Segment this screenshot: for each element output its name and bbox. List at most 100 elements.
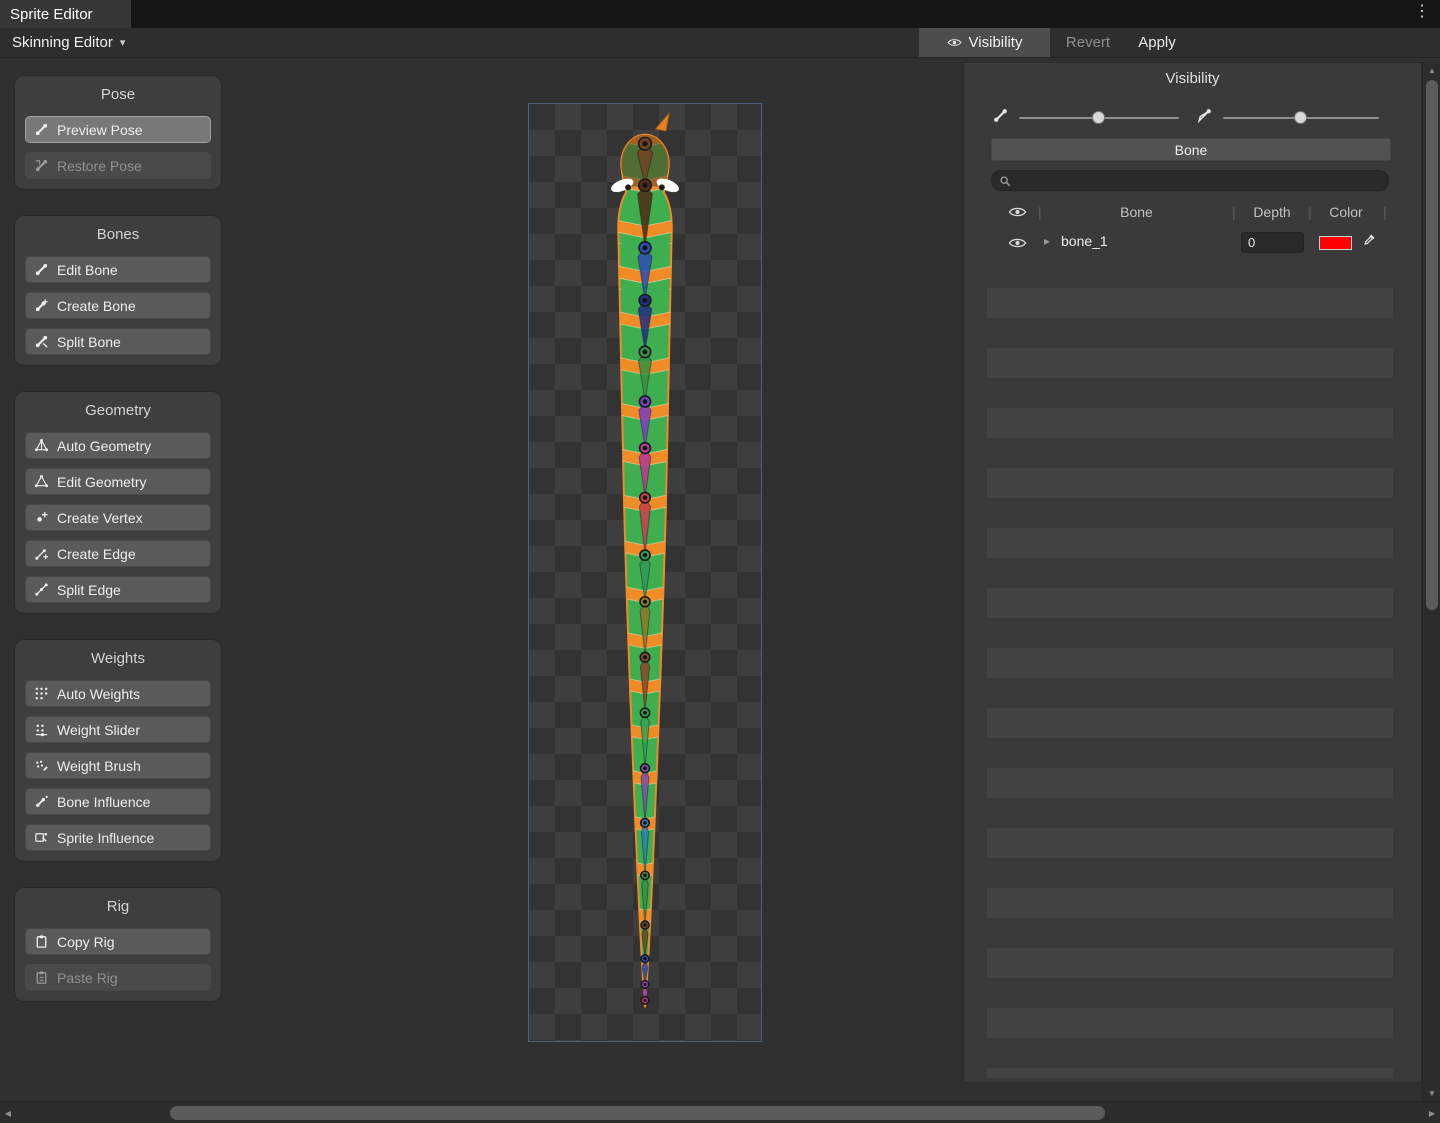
create-vertex-icon <box>34 510 49 525</box>
rig-section-title: Rig <box>25 898 211 916</box>
column-separator: | <box>1308 204 1312 220</box>
bone-opacity-icon <box>1196 107 1213 124</box>
sprite-influence-label: Sprite Influence <box>57 830 154 846</box>
sprite-editor-tab[interactable]: Sprite Editor <box>0 0 131 28</box>
column-separator: | <box>1038 204 1042 220</box>
disclosure-triangle-icon[interactable]: ▸ <box>1044 234 1050 248</box>
split-edge-button[interactable]: Split Edge <box>25 576 211 603</box>
bone-name[interactable]: bone_1 <box>1061 233 1108 249</box>
snake-tongue <box>656 114 669 131</box>
mode-label: Skinning Editor <box>12 34 113 51</box>
search-icon <box>999 175 1011 187</box>
copy-rig-button[interactable]: Copy Rig <box>25 928 211 955</box>
revert-button[interactable]: Revert <box>1052 28 1124 57</box>
scroll-down-arrow[interactable]: ▼ <box>1423 1085 1440 1101</box>
eye-icon <box>947 35 962 50</box>
weight-slider-button[interactable]: Weight Slider <box>25 716 211 743</box>
horizontal-scroll-thumb[interactable] <box>170 1106 1105 1120</box>
weight-brush-icon <box>34 758 49 773</box>
bone-search-input[interactable] <box>1016 173 1381 188</box>
auto-geometry-label: Auto Geometry <box>57 438 151 454</box>
sprite-influence-icon <box>34 830 49 845</box>
skinning-editor-dropdown[interactable]: Skinning Editor ▾ <box>4 28 133 57</box>
scroll-left-arrow[interactable]: ◀ <box>0 1102 16 1123</box>
paste-rig-button[interactable]: Paste Rig <box>25 964 211 991</box>
sprite-influence-button[interactable]: Sprite Influence <box>25 824 211 851</box>
create-bone-label: Create Bone <box>57 298 136 314</box>
column-header-color[interactable]: Color <box>1316 204 1376 220</box>
mesh-opacity-icon <box>992 107 1009 124</box>
copy-clipboard-icon <box>34 934 49 949</box>
sprite-canvas[interactable] <box>528 103 762 1042</box>
visibility-label: Visibility <box>969 34 1023 51</box>
create-bone-icon <box>34 298 49 313</box>
restore-pose-button[interactable]: Restore Pose <box>25 152 211 179</box>
vertical-scrollbar[interactable]: ▲ ▼ <box>1422 62 1440 1101</box>
column-header-bone[interactable]: Bone <box>1054 204 1219 220</box>
create-bone-button[interactable]: Create Bone <box>25 292 211 319</box>
window-titlebar: Sprite Editor ⋮ <box>0 0 1440 28</box>
auto-geometry-icon <box>34 438 49 453</box>
create-vertex-button[interactable]: Create Vertex <box>25 504 211 531</box>
create-vertex-label: Create Vertex <box>57 510 143 526</box>
pose-section-title: Pose <box>25 86 211 104</box>
auto-weights-icon <box>34 686 49 701</box>
scroll-up-arrow[interactable]: ▲ <box>1423 62 1440 78</box>
weights-section: Weights Auto Weights Weight Slider Weigh… <box>14 639 222 862</box>
empty-bone-list-stripes <box>987 258 1393 1078</box>
snake-sprite <box>529 104 761 1041</box>
edit-bone-button[interactable]: Edit Bone <box>25 256 211 283</box>
bone-color-swatch[interactable] <box>1319 236 1352 250</box>
copy-rig-label: Copy Rig <box>57 934 115 950</box>
weight-brush-button[interactable]: Weight Brush <box>25 752 211 779</box>
split-edge-label: Split Edge <box>57 582 121 598</box>
bones-section: Bones Edit Bone Create Bone Split Bone <box>14 215 222 366</box>
split-bone-icon <box>34 334 49 349</box>
bones-section-title: Bones <box>25 226 211 244</box>
edit-bone-icon <box>34 262 49 277</box>
bone-influence-icon <box>34 794 49 809</box>
preview-pose-label: Preview Pose <box>57 122 143 138</box>
paste-clipboard-icon <box>34 970 49 985</box>
split-edge-icon <box>34 582 49 597</box>
bone-table-header: | Bone | Depth | Color | <box>964 201 1421 227</box>
split-bone-button[interactable]: Split Bone <box>25 328 211 355</box>
geometry-section-title: Geometry <box>25 402 211 420</box>
sprite-editor-window: Sprite Editor ⋮ Skinning Editor ▾ Visibi… <box>0 0 1440 1123</box>
chevron-down-icon: ▾ <box>120 36 126 49</box>
vertical-scroll-thumb[interactable] <box>1426 80 1438 610</box>
bone-tab-button[interactable]: Bone <box>991 138 1391 161</box>
edit-geometry-button[interactable]: Edit Geometry <box>25 468 211 495</box>
bone-influence-label: Bone Influence <box>57 794 150 810</box>
scroll-right-arrow[interactable]: ▶ <box>1424 1102 1440 1123</box>
bone-table-row[interactable]: ▸ bone_1 <box>964 229 1421 257</box>
kebab-menu-icon[interactable]: ⋮ <box>1414 4 1430 20</box>
column-separator: | <box>1232 204 1236 220</box>
pose-bone-icon <box>34 122 49 137</box>
create-edge-button[interactable]: Create Edge <box>25 540 211 567</box>
bone-visibility-slider-knob[interactable] <box>1294 111 1307 124</box>
rig-section: Rig Copy Rig Paste Rig <box>14 887 222 1002</box>
auto-weights-button[interactable]: Auto Weights <box>25 680 211 707</box>
create-edge-label: Create Edge <box>57 546 136 562</box>
row-visibility-eye-icon[interactable] <box>1008 237 1027 249</box>
column-header-depth[interactable]: Depth <box>1242 204 1302 220</box>
geometry-section: Geometry Auto Geometry Edit Geometry Cre… <box>14 391 222 614</box>
depth-input[interactable] <box>1241 232 1304 253</box>
split-bone-label: Split Bone <box>57 334 121 350</box>
visibility-panel: Visibility Bone | Bone | Depth | <box>963 62 1422 1083</box>
weights-section-title: Weights <box>25 650 211 668</box>
auto-geometry-button[interactable]: Auto Geometry <box>25 432 211 459</box>
preview-pose-button[interactable]: Preview Pose <box>25 116 211 143</box>
mesh-visibility-slider-knob[interactable] <box>1092 111 1105 124</box>
tools-panel: Pose Preview Pose Restore Pose Bones Edi… <box>14 75 222 1002</box>
edit-geometry-icon <box>34 474 49 489</box>
horizontal-scrollbar[interactable]: ◀ ▶ <box>0 1101 1440 1123</box>
visibility-toggle-button[interactable]: Visibility <box>919 28 1050 57</box>
bone-search-field[interactable] <box>991 170 1389 191</box>
eyedropper-icon[interactable] <box>1362 232 1377 247</box>
apply-button[interactable]: Apply <box>1127 28 1187 57</box>
bone-influence-button[interactable]: Bone Influence <box>25 788 211 815</box>
tab-title: Sprite Editor <box>10 6 93 23</box>
edit-bone-label: Edit Bone <box>57 262 118 278</box>
